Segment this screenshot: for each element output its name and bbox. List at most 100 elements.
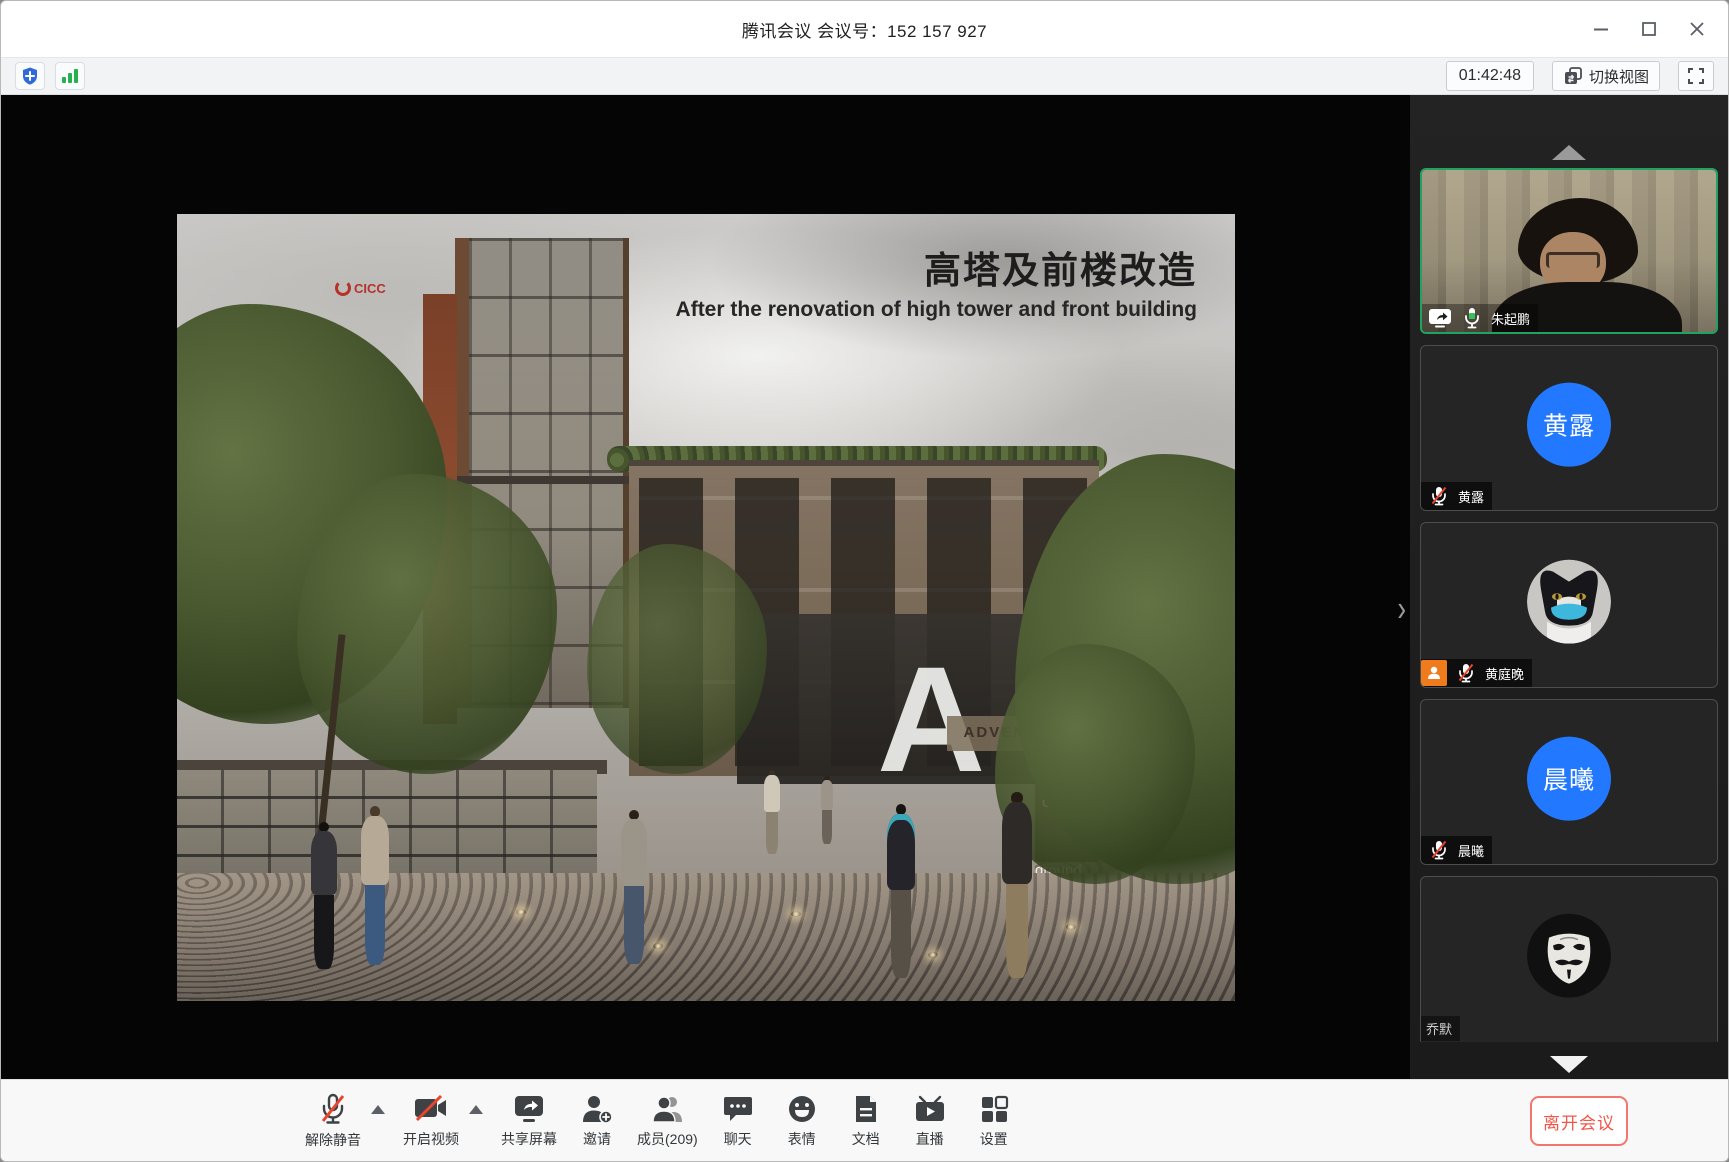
scroll-down-icon — [1550, 1056, 1588, 1073]
scroll-down-button[interactable] — [1410, 1056, 1728, 1073]
mic-muted-icon — [1453, 662, 1479, 684]
chat-button[interactable]: 聊天 — [706, 1094, 770, 1149]
meeting-timer: 01:42:48 — [1446, 61, 1534, 91]
person-figure — [345, 806, 405, 988]
avatar-anonymous-mask — [1527, 914, 1611, 998]
person-figure — [605, 810, 663, 986]
live-button[interactable]: 直播 — [898, 1094, 962, 1149]
switch-view-label: 切换视图 — [1589, 66, 1649, 87]
start-video-button[interactable]: 开启视频 — [395, 1094, 467, 1149]
window-controls — [1584, 1, 1714, 57]
person-figure — [871, 804, 931, 1001]
avatar-cat-photo — [1527, 560, 1611, 644]
window-title: 腾讯会议 会议号：152 157 927 — [742, 17, 987, 42]
invite-label: 邀请 — [583, 1129, 611, 1149]
shared-screen-canvas: CICC A ADVENTURE PARK GRAND ARCADE two o… — [1, 95, 1410, 1079]
participant-tile[interactable]: 晨曦 晨曦 — [1420, 699, 1718, 865]
participant-namebar: 晨曦 — [1421, 836, 1492, 864]
avatar-initials: 黄露 — [1527, 383, 1611, 467]
participant-tile[interactable]: 乔默 — [1420, 876, 1718, 1042]
scroll-up-icon — [1552, 145, 1586, 160]
chat-label: 聊天 — [724, 1129, 752, 1149]
person-figure — [813, 776, 841, 854]
participant-name: 黄露 — [1458, 487, 1484, 506]
participant-name: 朱起鹏 — [1491, 309, 1530, 328]
participant-tiles: 朱起鹏 黄露 — [1410, 168, 1728, 1042]
person-figure — [755, 770, 789, 866]
fullscreen-icon — [1687, 67, 1705, 85]
mic-muted-icon — [1426, 839, 1452, 861]
unmute-label: 解除静音 — [305, 1130, 361, 1150]
emoji-button[interactable]: 表情 — [770, 1094, 834, 1149]
sidebar-collapse-chevron[interactable]: › — [1397, 590, 1406, 626]
settings-button[interactable]: 设置 — [962, 1094, 1026, 1149]
emoji-icon — [787, 1094, 817, 1124]
minimize-button[interactable] — [1584, 12, 1618, 46]
network-signal-button[interactable] — [55, 62, 85, 90]
share-screen-icon — [512, 1094, 546, 1124]
top-toolbar: 01:42:48 切换视图 — [1, 57, 1728, 95]
leave-meeting-button[interactable]: 离开会议 — [1530, 1096, 1628, 1146]
participant-namebar: 黄露 — [1421, 482, 1492, 510]
maximize-button[interactable] — [1632, 12, 1666, 46]
participant-name: 乔默 — [1426, 1019, 1452, 1038]
security-shield-button[interactable] — [15, 62, 45, 90]
bottom-toolbar: 解除静音 开启视频 — [1, 1079, 1728, 1161]
members-icon — [650, 1094, 684, 1124]
participant-namebar: 乔默 — [1421, 1016, 1460, 1041]
shared-slide: CICC A ADVENTURE PARK GRAND ARCADE two o… — [177, 214, 1235, 1001]
members-label: 成员(209) — [637, 1129, 698, 1149]
participant-namebar: 黄庭晚 — [1421, 659, 1532, 687]
participant-name: 黄庭晚 — [1485, 664, 1524, 683]
emoji-label: 表情 — [788, 1129, 816, 1149]
scroll-up-button[interactable] — [1410, 95, 1728, 168]
switch-view-button[interactable]: 切换视图 — [1552, 61, 1660, 91]
path-light — [791, 911, 801, 917]
meeting-window: 腾讯会议 会议号：152 157 927 — [0, 0, 1729, 1162]
share-screen-button[interactable]: 共享屏幕 — [493, 1094, 565, 1149]
switch-view-icon — [1563, 66, 1583, 86]
close-button[interactable] — [1680, 12, 1714, 46]
start-video-label: 开启视频 — [403, 1129, 459, 1149]
mic-options-caret[interactable] — [371, 1105, 385, 1114]
participants-sidebar: 朱起鹏 黄露 — [1410, 95, 1728, 1079]
document-icon — [853, 1094, 879, 1124]
participant-tile[interactable]: 黄庭晚 — [1420, 522, 1718, 688]
mic-muted-icon — [1426, 485, 1452, 507]
mic-muted-icon — [319, 1093, 347, 1125]
live-icon — [914, 1094, 946, 1124]
shield-plus-icon — [20, 66, 40, 86]
members-button[interactable]: 成员(209) — [629, 1094, 706, 1149]
screen-sharing-icon — [1427, 307, 1453, 329]
titlebar: 腾讯会议 会议号：152 157 927 — [1, 1, 1728, 57]
live-label: 直播 — [916, 1129, 944, 1149]
path-light — [1066, 924, 1076, 930]
settings-icon — [979, 1094, 1009, 1124]
toolbar-items: 解除静音 开启视频 — [297, 1080, 1026, 1162]
camera-options-caret[interactable] — [469, 1105, 483, 1114]
avatar-initials: 晨曦 — [1527, 737, 1611, 821]
cicc-logo: CICC — [335, 280, 386, 296]
invite-icon — [581, 1094, 613, 1124]
host-badge-icon — [1421, 660, 1447, 686]
invite-button[interactable]: 邀请 — [565, 1094, 629, 1149]
slide-title-en: After the renovation of high tower and f… — [676, 298, 1197, 322]
slide-title-block: 高塔及前楼改造 After the renovation of high tow… — [676, 240, 1197, 322]
participant-tile-video[interactable]: 朱起鹏 — [1420, 168, 1718, 334]
docs-button[interactable]: 文档 — [834, 1094, 898, 1149]
camera-muted-icon — [413, 1094, 449, 1124]
signal-bars-icon — [60, 67, 80, 85]
chat-icon — [722, 1094, 754, 1124]
unmute-button[interactable]: 解除静音 — [297, 1093, 369, 1150]
path-light — [516, 909, 526, 915]
docs-label: 文档 — [852, 1129, 880, 1149]
mic-active-icon — [1459, 307, 1485, 329]
slide-title-cn: 高塔及前楼改造 — [676, 240, 1197, 294]
participant-namebar: 朱起鹏 — [1422, 304, 1538, 332]
fullscreen-button[interactable] — [1678, 61, 1714, 91]
share-screen-label: 共享屏幕 — [501, 1129, 557, 1149]
settings-label: 设置 — [980, 1129, 1008, 1149]
content-area: CICC A ADVENTURE PARK GRAND ARCADE two o… — [1, 95, 1728, 1079]
participant-tile[interactable]: 黄露 黄露 — [1420, 345, 1718, 511]
participant-name: 晨曦 — [1458, 841, 1484, 860]
